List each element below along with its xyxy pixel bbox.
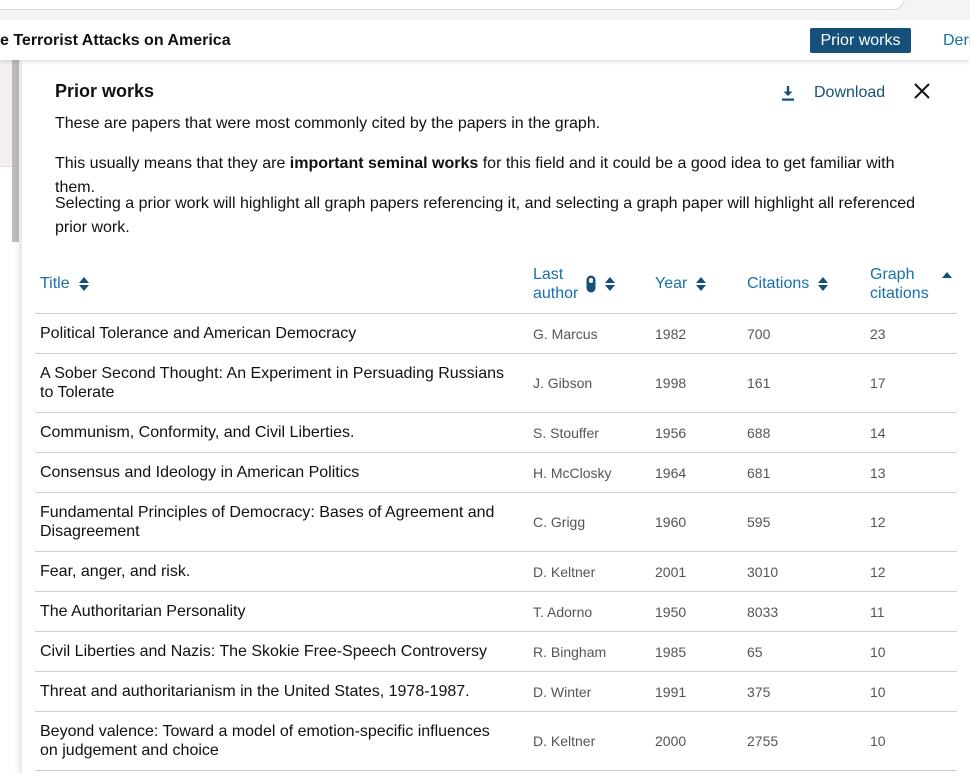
column-year-header[interactable]: Year [655, 275, 707, 293]
row-year: 1985 [655, 643, 687, 660]
row-graph-citations: 14 [870, 424, 886, 441]
tab-prior-works[interactable]: Prior works [810, 28, 911, 53]
column-last-author-label-line1: Last [533, 266, 564, 283]
close-icon[interactable] [913, 82, 931, 100]
prior-works-table: Title Last author Year Citations Graph cit… [35, 256, 957, 771]
row-title: Fear, anger, and risk. [40, 563, 191, 580]
title-bar: e Terrorist Attacks on America Prior wor… [0, 20, 970, 60]
row-citations: 681 [747, 464, 771, 481]
column-citations-label: Citations [747, 275, 810, 292]
row-citations: 3010 [747, 563, 779, 580]
row-title: Civil Liberties and Nazis: The Skokie Fr… [40, 643, 488, 660]
row-year: 1982 [655, 325, 687, 342]
row-graph-citations: 12 [870, 514, 886, 530]
row-title: The Authoritarian Personality [40, 603, 246, 620]
row-title: Political Tolerance and American Democra… [40, 325, 357, 342]
table-row[interactable]: Civil Liberties and Nazis: The Skokie Fr… [35, 632, 957, 672]
table-row[interactable]: Consensus and Ideology in American Polit… [35, 453, 957, 493]
row-year: 1960 [655, 514, 687, 530]
table-row[interactable]: Beyond valence: Toward a model of emotio… [35, 712, 957, 771]
table-row[interactable]: The Authoritarian Personality T. Adorno … [35, 592, 957, 632]
column-year-label: Year [655, 275, 688, 292]
row-author: D. Keltner [533, 733, 596, 749]
description-line-1: These are papers that were most commonly… [55, 115, 601, 132]
row-graph-citations: 23 [870, 325, 886, 342]
row-citations: 375 [747, 683, 771, 700]
filter-icon[interactable] [586, 275, 596, 293]
row-citations: 700 [747, 325, 771, 342]
row-graph-citations: 17 [870, 375, 886, 391]
row-graph-citations: 10 [870, 643, 886, 660]
table-row[interactable]: Political Tolerance and American Democra… [35, 314, 957, 354]
row-title: Beyond valence: Toward a model of emotio… [40, 723, 490, 759]
column-graph-citations-label-line1: Graph [870, 266, 915, 283]
table-row[interactable]: Threat and authoritarianism in the Unite… [35, 672, 957, 712]
row-author: T. Adorno [533, 603, 593, 620]
table-header: Title Last author Year Citations Graph cit… [35, 256, 957, 314]
search-box[interactable] [0, 0, 905, 10]
row-graph-citations: 10 [870, 733, 886, 749]
row-graph-citations: 13 [870, 464, 886, 481]
row-citations: 161 [747, 375, 771, 391]
row-author: G. Marcus [533, 325, 598, 342]
row-author: R. Bingham [533, 643, 607, 660]
column-last-author-label-line2: author [533, 285, 579, 302]
table-row[interactable]: Fundamental Principles of Democracy: Bas… [35, 493, 957, 552]
row-author: C. Grigg [533, 514, 586, 530]
row-title: Communism, Conformity, and Civil Liberti… [40, 424, 355, 441]
prior-works-panel: Prior works Download These are papers th… [22, 60, 970, 774]
row-author: D. Winter [533, 683, 592, 700]
row-author: S. Stouffer [533, 424, 599, 441]
row-year: 1998 [655, 375, 687, 391]
panel-title: Prior works [55, 81, 155, 101]
row-author: H. McClosky [533, 464, 612, 481]
column-title-label: Title [40, 275, 70, 292]
download-label: Download [814, 84, 886, 101]
row-graph-citations: 12 [870, 563, 886, 580]
row-year: 2001 [655, 563, 687, 580]
table-row[interactable]: Communism, Conformity, and Civil Liberti… [35, 413, 957, 453]
sort-icon [818, 277, 829, 291]
row-year: 1956 [655, 424, 687, 441]
column-citations-header[interactable]: Citations [747, 275, 829, 293]
row-year: 1964 [655, 464, 687, 481]
column-graph-citations-header[interactable]: Graph citations [870, 265, 953, 303]
row-graph-citations: 11 [870, 603, 885, 620]
top-bar [0, 0, 970, 20]
download-icon [782, 86, 794, 101]
description-line-3: Selecting a prior work will highlight al… [55, 195, 916, 236]
sort-up-icon [942, 272, 952, 278]
sort-icon [605, 277, 616, 291]
row-citations: 2755 [747, 733, 779, 749]
row-citations: 8033 [747, 603, 779, 620]
row-citations: 688 [747, 424, 771, 441]
row-title: Consensus and Ideology in American Polit… [40, 464, 360, 481]
row-graph-citations: 10 [870, 683, 886, 700]
row-citations: 595 [747, 514, 771, 530]
table-row[interactable]: Fear, anger, and risk. D. Keltner 2001 3… [35, 552, 957, 592]
row-title: A Sober Second Thought: An Experiment in… [40, 365, 504, 401]
scrollbar-thumb[interactable] [12, 60, 19, 242]
row-title: Fundamental Principles of Democracy: Bas… [40, 504, 495, 540]
row-title: Threat and authoritarianism in the Unite… [40, 683, 470, 700]
graph-title: e Terrorist Attacks on America [0, 32, 231, 49]
left-strip [0, 60, 22, 774]
column-last-author-header[interactable]: Last author [533, 265, 616, 303]
sort-icon [696, 277, 707, 291]
column-graph-citations-label-line2: citations [870, 285, 929, 302]
row-author: J. Gibson [533, 375, 593, 391]
row-year: 1950 [655, 603, 687, 620]
row-author: D. Keltner [533, 563, 596, 580]
sort-icon [78, 277, 89, 291]
tab-derivative-works[interactable]: Deri [943, 32, 970, 50]
row-citations: 65 [747, 643, 763, 660]
download-button[interactable]: Download [780, 84, 885, 102]
row-year: 1991 [655, 683, 687, 700]
row-year: 2000 [655, 733, 687, 749]
table-row[interactable]: A Sober Second Thought: An Experiment in… [35, 354, 957, 413]
column-title-header[interactable]: Title [40, 275, 90, 293]
